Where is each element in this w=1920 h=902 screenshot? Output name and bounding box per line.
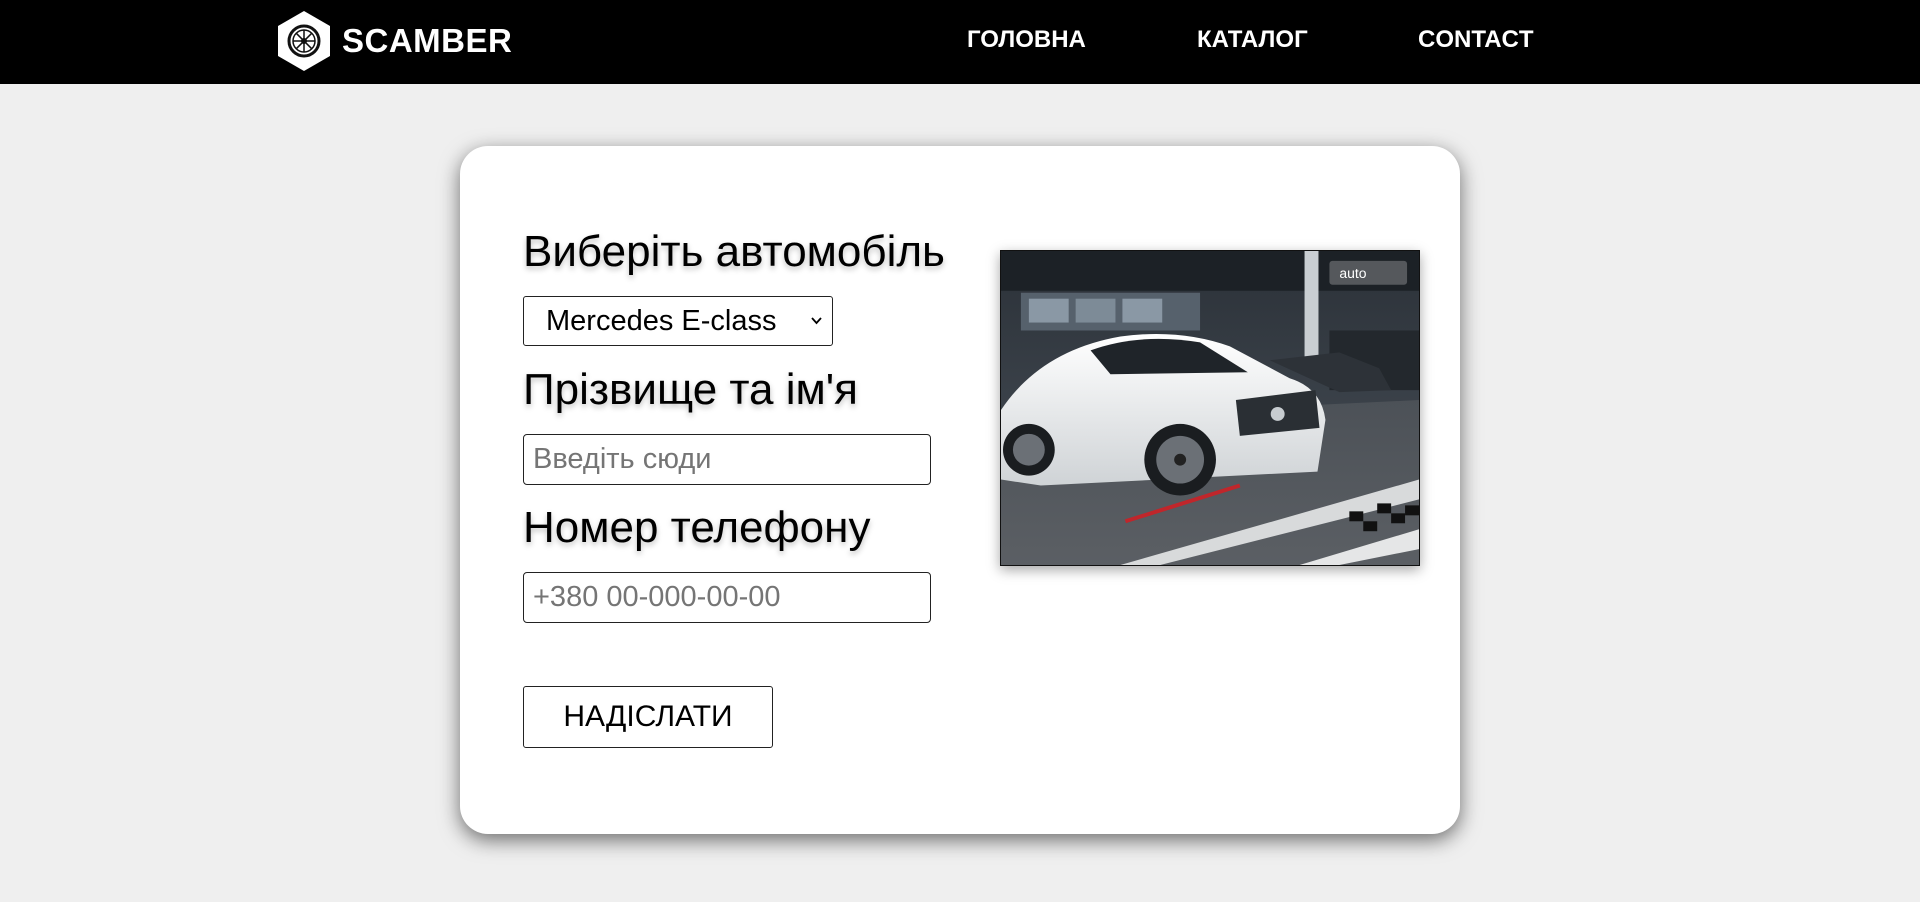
phone-input[interactable]	[523, 572, 931, 623]
car-photo: auto	[1000, 250, 1420, 566]
brand-name: SCAMBER	[342, 22, 513, 59]
submit-button[interactable]: НАДІСЛАТИ	[523, 686, 773, 748]
nav-link-home[interactable]: ГОЛОВНА	[967, 24, 1086, 56]
svg-text:auto: auto	[1339, 265, 1366, 281]
nav-link-contact[interactable]: CONTACT	[1418, 24, 1534, 56]
wheel-logo-icon	[278, 11, 330, 71]
car-select-label: Виберіть автомобіль	[523, 227, 945, 276]
nav-link-catalog[interactable]: КАТАЛОГ	[1197, 24, 1308, 56]
phone-label: Номер телефону	[523, 503, 871, 552]
brand-logo-link[interactable]: SCAMBER	[276, 9, 512, 73]
full-name-label: Прізвище та ім'я	[523, 365, 859, 414]
order-form-card: Виберіть автомобіль Mercedes E-class Прі…	[460, 146, 1460, 834]
car-select[interactable]: Mercedes E-class	[523, 296, 833, 346]
top-nav-bar: SCAMBER ГОЛОВНА КАТАЛОГ CONTACT	[0, 0, 1920, 84]
car-select-value: Mercedes E-class	[546, 304, 777, 337]
full-name-input[interactable]	[523, 434, 931, 485]
chevron-down-icon	[811, 317, 822, 325]
